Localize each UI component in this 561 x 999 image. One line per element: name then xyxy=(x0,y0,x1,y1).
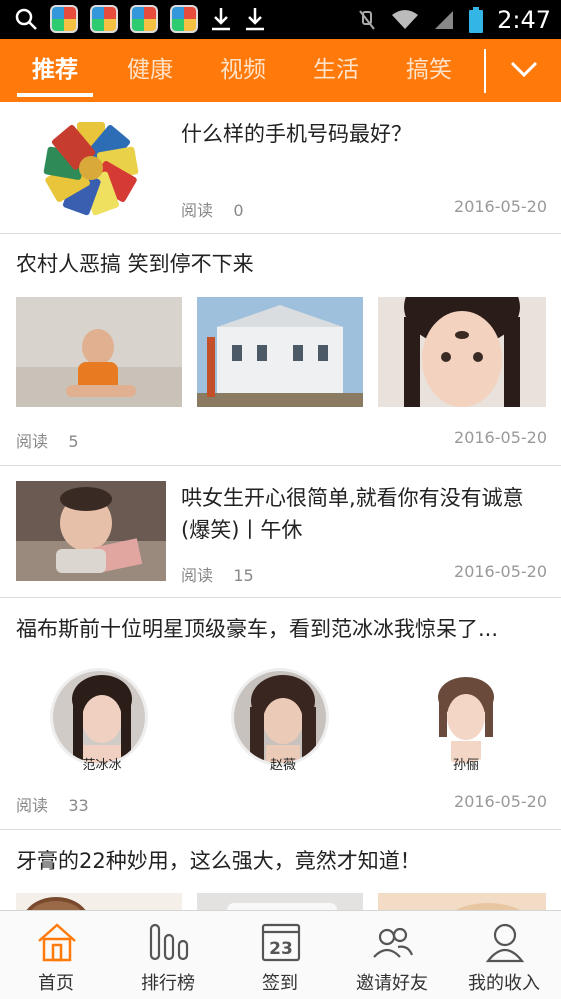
article-date: 2016-05-20 xyxy=(454,197,547,216)
article-title[interactable]: 什么样的手机号码最好？ xyxy=(181,118,551,150)
read-count: 0 xyxy=(233,201,244,220)
app-icon xyxy=(130,5,158,33)
read-label: 阅读 0 xyxy=(181,201,244,220)
calendar-day: 23 xyxy=(269,939,293,959)
more-tabs-button[interactable] xyxy=(500,39,550,102)
nav-checkin[interactable]: 23 签到 xyxy=(224,911,336,999)
signal-icon xyxy=(435,10,454,29)
list-item[interactable]: 哄女生开心很简单,就看你有没有诚意(爆笑)丨午休 阅读 15 2016-05-2… xyxy=(0,466,561,598)
app-icon xyxy=(90,5,118,33)
download-icon xyxy=(246,8,264,31)
article-date: 2016-05-20 xyxy=(454,428,547,447)
active-tab-indicator xyxy=(17,93,93,97)
category-tab-bar: 推荐 健康 视频 生活 搞笑 xyxy=(0,39,561,102)
chevron-down-icon xyxy=(510,61,538,78)
article-thumbnail xyxy=(16,116,166,216)
tab-funny[interactable]: 搞笑 xyxy=(389,39,469,102)
tab-life[interactable]: 生活 xyxy=(296,39,376,102)
status-time: 2:47 xyxy=(497,5,551,34)
tab-health[interactable]: 健康 xyxy=(110,39,190,102)
read-count: 15 xyxy=(233,566,254,585)
article-thumbnail xyxy=(16,481,166,581)
avatar xyxy=(231,668,329,766)
read-count: 5 xyxy=(68,432,79,451)
friends-icon xyxy=(373,927,414,958)
article-title[interactable]: 哄女生开心很简单,就看你有没有诚意(爆笑)丨午休 xyxy=(181,482,551,546)
list-item[interactable]: 农村人恶搞 笑到停不下来 阅读 5 2016-05-20 xyxy=(0,234,561,466)
nav-label: 我的收入 xyxy=(468,973,540,994)
status-right-icons: 2:47 xyxy=(357,0,551,39)
article-date: 2016-05-20 xyxy=(454,792,547,811)
search-icon xyxy=(15,8,37,30)
article-image xyxy=(16,297,182,407)
list-item[interactable]: 福布斯前十位明星顶级豪车，看到范冰冰我惊呆了... 范冰冰 赵薇 孙俪 阅读 3… xyxy=(0,598,561,830)
user-icon xyxy=(485,923,525,963)
article-image xyxy=(197,893,363,910)
article-image xyxy=(197,297,363,407)
person-name: 赵薇 xyxy=(269,758,296,773)
article-date: 2016-05-20 xyxy=(454,562,547,581)
calendar-icon: 23 xyxy=(261,923,301,962)
nav-home[interactable]: 首页 xyxy=(0,911,112,999)
article-title[interactable]: 福布斯前十位明星顶级豪车，看到范冰冰我惊呆了... xyxy=(16,613,546,645)
bottom-navigation: 首页 排行榜 23 签到 邀请好友 我的收入 xyxy=(0,910,561,999)
tab-video[interactable]: 视频 xyxy=(203,39,283,102)
nav-my-income[interactable]: 我的收入 xyxy=(448,911,560,999)
avatar xyxy=(414,668,512,766)
article-title[interactable]: 牙膏的22种妙用，这么强大，竟然才知道！ xyxy=(16,845,546,877)
download-icon xyxy=(212,8,230,31)
article-image xyxy=(16,893,182,910)
wifi-icon xyxy=(392,9,419,29)
nav-label: 排行榜 xyxy=(141,973,195,994)
app-icon xyxy=(170,5,198,33)
nav-ranking[interactable]: 排行榜 xyxy=(112,911,224,999)
article-image xyxy=(378,297,546,407)
article-image xyxy=(378,893,546,910)
read-label: 阅读 15 xyxy=(181,566,254,585)
article-title[interactable]: 农村人恶搞 笑到停不下来 xyxy=(16,248,546,280)
status-left-icons xyxy=(14,5,266,33)
nav-label: 邀请好友 xyxy=(356,973,428,994)
read-count: 33 xyxy=(68,796,89,815)
ranking-icon xyxy=(149,923,189,961)
nav-invite-friends[interactable]: 邀请好友 xyxy=(336,911,448,999)
person-name: 范冰冰 xyxy=(82,758,122,773)
list-item[interactable]: 牙膏的22种妙用，这么强大，竟然才知道！ xyxy=(0,830,561,910)
mute-icon xyxy=(359,9,375,30)
read-label: 阅读 33 xyxy=(16,796,89,815)
status-bar: 2:47 xyxy=(0,0,561,39)
read-label: 阅读 5 xyxy=(16,432,79,451)
person-name: 孙俪 xyxy=(452,758,479,773)
list-item[interactable]: 什么样的手机号码最好？ 阅读 0 2016-05-20 xyxy=(0,102,561,234)
nav-label: 首页 xyxy=(38,973,74,994)
avatar xyxy=(50,668,148,766)
app-icon xyxy=(50,5,78,33)
tab-divider xyxy=(484,49,486,93)
battery-icon xyxy=(469,6,484,33)
article-feed[interactable]: 什么样的手机号码最好？ 阅读 0 2016-05-20 农村人恶搞 笑到停不下来… xyxy=(0,102,561,910)
nav-label: 签到 xyxy=(262,973,298,994)
home-icon xyxy=(38,923,76,962)
